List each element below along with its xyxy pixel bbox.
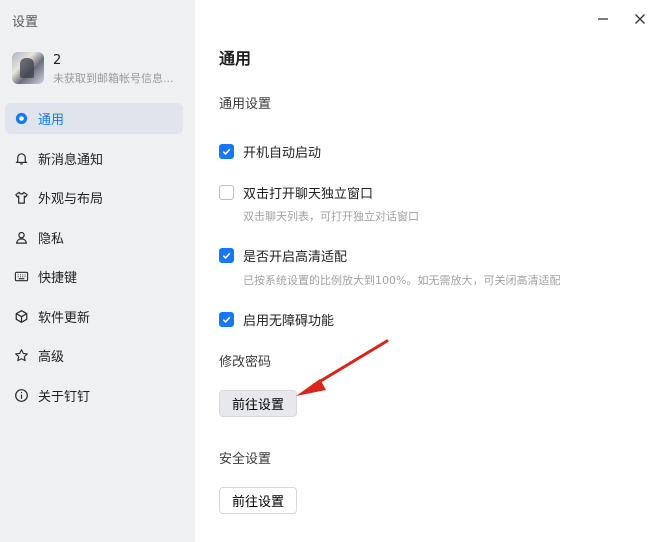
password-settings-button[interactable]: 前往设置	[219, 390, 297, 417]
star-icon	[13, 348, 29, 364]
option-label: 双击打开聊天独立窗口	[243, 187, 374, 202]
info-icon	[13, 387, 29, 403]
sidebar-item-label: 新消息通知	[38, 152, 104, 168]
sidebar-item-label: 高级	[38, 350, 65, 365]
close-icon[interactable]	[631, 10, 649, 28]
option-label: 启用无障碍功能	[243, 314, 335, 329]
sidebar-item-advanced[interactable]: 高级	[5, 340, 183, 371]
option-hint: 已按系统设置的比例放大到100%。如无需放大，可关闭高清适配	[243, 274, 561, 287]
sidebar-item-appearance[interactable]: 外观与布局	[5, 182, 183, 213]
security-settings-heading: 安全设置	[219, 452, 272, 467]
cube-icon	[13, 308, 29, 324]
minimize-icon[interactable]	[594, 10, 612, 28]
sidebar-item-label: 快捷键	[38, 271, 78, 286]
sidebar-item-updates[interactable]: 软件更新	[5, 301, 183, 332]
option-hd-adapt[interactable]: 是否开启高清适配	[219, 246, 347, 265]
checkbox-checked-icon[interactable]	[219, 312, 234, 327]
checkbox-checked-icon[interactable]	[219, 144, 234, 159]
settings-title: 设置	[12, 15, 39, 30]
profile-name: 2	[53, 53, 62, 68]
sidebar-item-shortcuts[interactable]: 快捷键	[5, 261, 183, 292]
option-double-click-window[interactable]: 双击打开聊天独立窗口	[219, 183, 373, 202]
checkbox-unchecked-icon[interactable]	[219, 185, 234, 200]
annotation-arrow-icon	[296, 339, 389, 396]
sidebar-item-label: 隐私	[38, 231, 65, 247]
general-dot-icon	[13, 111, 29, 127]
avatar[interactable]	[12, 52, 44, 84]
sidebar-item-notifications[interactable]: 新消息通知	[5, 143, 183, 174]
person-icon	[13, 229, 29, 245]
sidebar-item-privacy[interactable]: 隐私	[5, 222, 183, 253]
general-settings-heading: 通用设置	[219, 97, 272, 112]
bell-icon	[13, 150, 29, 166]
option-accessibility[interactable]: 启用无障碍功能	[219, 310, 334, 329]
profile-subtitle: 未获取到邮箱帐号信息...	[53, 72, 174, 85]
sidebar-item-label: 软件更新	[38, 310, 91, 326]
sidebar-item-general[interactable]: 通用	[5, 103, 183, 134]
security-settings-button[interactable]: 前往设置	[219, 487, 297, 514]
sidebar-nav: 通用 新消息通知 外观与布局 隐私 快捷键 软件更新 高级 关于钉钉	[5, 103, 183, 419]
sidebar-item-about[interactable]: 关于钉钉	[5, 380, 183, 411]
page-title: 通用	[219, 49, 252, 68]
sidebar-item-label: 关于钉钉	[38, 389, 91, 405]
option-label: 是否开启高清适配	[243, 250, 348, 265]
option-auto-start[interactable]: 开机自动启动	[219, 142, 321, 161]
option-label: 开机自动启动	[243, 146, 322, 161]
checkbox-checked-icon[interactable]	[219, 248, 234, 263]
sidebar: 设置 2 未获取到邮箱帐号信息... 通用 新消息通知 外观与布局 隐私 快捷键…	[0, 0, 195, 542]
shirt-icon	[13, 190, 29, 206]
sidebar-item-label: 外观与布局	[38, 192, 104, 207]
sidebar-item-label: 通用	[38, 113, 65, 128]
change-password-heading: 修改密码	[219, 355, 272, 370]
profile-card[interactable]: 2 未获取到邮箱帐号信息...	[12, 52, 192, 88]
option-hint: 双击聊天列表，可打开独立对话窗口	[243, 210, 419, 223]
keyboard-icon	[13, 269, 29, 285]
